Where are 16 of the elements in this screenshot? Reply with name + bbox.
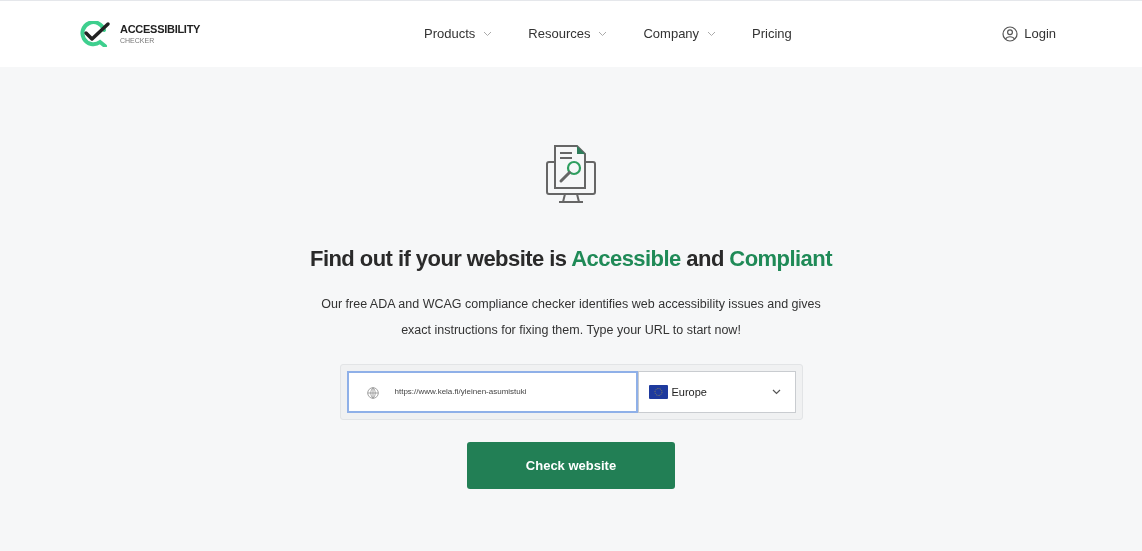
check-website-button[interactable]: Check website bbox=[467, 442, 675, 489]
user-icon bbox=[1002, 26, 1019, 42]
description: Our free ADA and WCAG compliance checker identifies web accessibility issues and gives exact instructions for fixing them. Type your URL to start now! bbox=[320, 296, 822, 339]
nav-item[interactable]: Products bbox=[424, 24, 493, 44]
document-search-icon bbox=[545, 144, 597, 206]
nav-item[interactable]: Resources bbox=[528, 24, 608, 44]
nav-item[interactable]: Pricing bbox=[752, 24, 792, 44]
logo-title: ACCESSIBILITY bbox=[120, 24, 201, 35]
url-field[interactable]: https://www.kela.fi/yleinen-asumistuki bbox=[346, 371, 638, 413]
headline: Find out if your website is Accessible and Compliant bbox=[310, 245, 832, 273]
region-select[interactable]: Europe bbox=[637, 371, 796, 413]
login-button[interactable]: Login bbox=[1002, 24, 1056, 44]
flag-icon bbox=[648, 385, 668, 399]
nav-item[interactable]: Company bbox=[643, 24, 717, 44]
logo-icon bbox=[78, 21, 112, 47]
chevron-down-icon bbox=[771, 389, 781, 395]
